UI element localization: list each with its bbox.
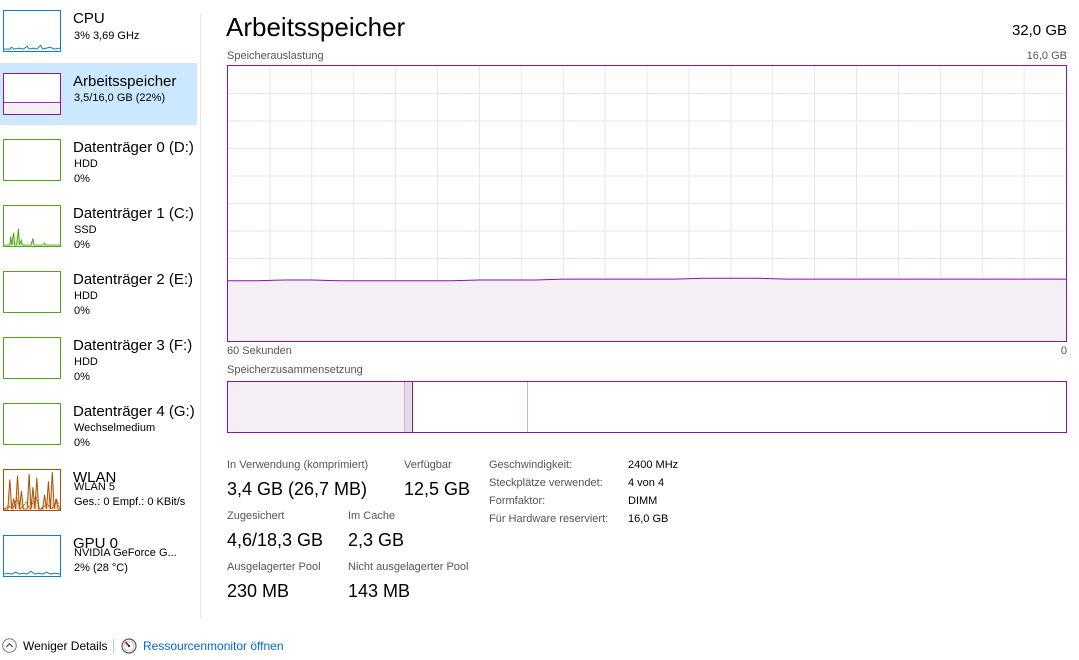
- composition-label: Speicherzusammensetzung: [227, 364, 363, 376]
- fewer-details-label: Weniger Details: [23, 639, 108, 653]
- paged-pool-value: 230 MB: [227, 581, 290, 601]
- time-axis-left: 60 Sekunden: [227, 345, 292, 357]
- hardware-reserved-value: 16,0 GB: [628, 513, 669, 525]
- footer: Weniger Details Ressourcenmonitor öffnen: [0, 633, 1079, 660]
- disk-thumbnail-graph: [3, 403, 61, 445]
- sidebar-item-gpu[interactable]: GPU 0 NVIDIA GeForce G... 2% (28 °C): [0, 525, 197, 587]
- sidebar-item-sub: 0%: [74, 173, 90, 185]
- memory-usage-area: [228, 278, 1066, 341]
- sidebar-item-sub: 0%: [74, 239, 90, 251]
- sidebar-item-sub: Wechselmedium: [74, 422, 156, 434]
- sidebar-item-title: Arbeitsspeicher: [73, 73, 177, 90]
- disk-thumbnail-graph: [3, 271, 61, 313]
- sidebar-divider: [200, 14, 201, 618]
- time-axis-right: 0: [1060, 345, 1067, 357]
- gpu-thumbnail-graph: [3, 535, 61, 577]
- sidebar: CPU 3% 3,69 GHz Arbeitsspeicher 3,5/16,0…: [0, 0, 201, 628]
- cached-value: 2,3 GB: [348, 530, 405, 550]
- total-memory: 32,0 GB: [1011, 22, 1067, 39]
- sidebar-item-sub: 0%: [74, 305, 90, 317]
- sidebar-item-disk-1[interactable]: Datenträger 1 (C:) SSD 0%: [0, 195, 197, 257]
- composition-modified[interactable]: [405, 382, 413, 432]
- cpu-thumbnail-graph: [3, 10, 61, 52]
- sidebar-item-title: CPU: [73, 10, 105, 27]
- sidebar-item-sub: SSD: [74, 224, 97, 236]
- sidebar-item-memory[interactable]: Arbeitsspeicher 3,5/16,0 GB (22%): [0, 63, 197, 125]
- sidebar-item-sub: Ges.: 0 Empf.: 0 KBit/s: [74, 496, 186, 508]
- committed-value: 4,6/18,3 GB: [227, 530, 324, 550]
- memory-usage-graph: [227, 65, 1067, 342]
- sidebar-item-title: Datenträger 4 (G:): [73, 403, 195, 420]
- memory-composition-bar[interactable]: [227, 381, 1067, 433]
- sidebar-item-sub: HDD: [74, 356, 98, 368]
- sidebar-item-title: Datenträger 3 (F:): [73, 337, 193, 354]
- usage-graph-label: Speicherauslastung: [227, 50, 324, 62]
- page-title: Arbeitsspeicher: [226, 12, 406, 42]
- cached-label: Im Cache: [348, 510, 396, 522]
- hardware-reserved-label: Für Hardware reserviert:: [489, 513, 609, 525]
- sidebar-item-sub: HDD: [74, 290, 98, 302]
- disk-thumbnail-graph: [3, 205, 61, 247]
- in-use-value: 3,4 GB (26,7 MB): [227, 479, 368, 499]
- sidebar-item-sub: WLAN 5: [74, 481, 115, 493]
- speed-label: Geschwindigkeit:: [489, 459, 573, 471]
- committed-label: Zugesichert: [227, 510, 285, 522]
- composition-free[interactable]: [528, 382, 1066, 432]
- form-factor-label: Formfaktor:: [489, 495, 546, 507]
- resource-monitor-label: Ressourcenmonitor öffnen: [143, 639, 284, 653]
- usage-graph-max: 16,0 GB: [1026, 50, 1067, 62]
- sidebar-item-cpu[interactable]: CPU 3% 3,69 GHz: [0, 0, 197, 62]
- sidebar-item-sub: 0%: [74, 371, 90, 383]
- sidebar-item-sub: 2% (28 °C): [74, 562, 128, 574]
- speed-value: 2400 MHz: [628, 459, 679, 471]
- sidebar-item-title: Datenträger 2 (E:): [73, 271, 194, 288]
- available-value: 12,5 GB: [404, 479, 471, 499]
- available-label: Verfügbar: [404, 459, 452, 471]
- sidebar-item-disk-0[interactable]: Datenträger 0 (D:) HDD 0%: [0, 129, 197, 191]
- paged-pool-label: Ausgelagerter Pool: [227, 561, 321, 573]
- sidebar-item-wlan[interactable]: WLAN WLAN 5 Ges.: 0 Empf.: 0 KBit/s: [0, 459, 197, 521]
- slots-label: Steckplätze verwendet:: [489, 477, 603, 489]
- memory-thumbnail-graph: [3, 73, 61, 115]
- footer-divider: [113, 639, 114, 653]
- slots-value: 4 von 4: [628, 477, 665, 489]
- wlan-thumbnail-graph: [3, 469, 61, 511]
- chevron-up-icon: [2, 638, 17, 653]
- sidebar-item-sub: 0%: [74, 437, 90, 449]
- nonpaged-pool-value: 143 MB: [348, 581, 411, 601]
- sidebar-item-sub: HDD: [74, 158, 98, 170]
- sidebar-item-title: Datenträger 1 (C:): [73, 205, 194, 222]
- form-factor-value: DIMM: [628, 495, 658, 507]
- composition-standby[interactable]: [413, 382, 528, 432]
- sidebar-item-title: Datenträger 0 (D:): [73, 139, 194, 156]
- memory-usage-chart: [228, 66, 1066, 341]
- sidebar-item-sub: 3,5/16,0 GB (22%): [74, 92, 166, 104]
- disk-thumbnail-graph: [3, 337, 61, 379]
- nonpaged-pool-label: Nicht ausgelagerter Pool: [348, 561, 469, 573]
- in-use-label: In Verwendung (komprimiert): [227, 459, 369, 471]
- sidebar-item-sub: 3% 3,69 GHz: [74, 30, 140, 42]
- resource-monitor-icon: [121, 638, 137, 654]
- sidebar-item-disk-2[interactable]: Datenträger 2 (E:) HDD 0%: [0, 261, 197, 323]
- composition-in-use[interactable]: [228, 382, 405, 432]
- sidebar-item-sub: NVIDIA GeForce G...: [74, 547, 177, 559]
- disk-thumbnail-graph: [3, 139, 61, 181]
- sidebar-item-disk-3[interactable]: Datenträger 3 (F:) HDD 0%: [0, 327, 197, 389]
- sidebar-item-disk-4[interactable]: Datenträger 4 (G:) Wechselmedium 0%: [0, 393, 197, 455]
